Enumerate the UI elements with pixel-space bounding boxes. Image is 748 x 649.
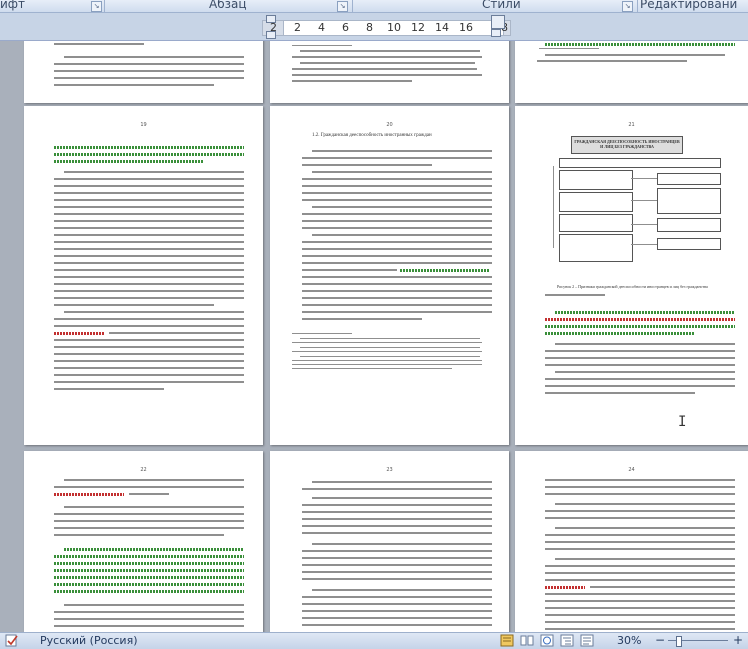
document-pages-view[interactable]: 19 20 1.2. Гражданская дееспособность ин…	[0, 41, 748, 632]
page[interactable]: 21 ГРАЖДАНСКАЯ ДЕЕСПОСОБНОСТЬ ИНОСТРАНЦЕ…	[515, 106, 748, 445]
diagram-box	[559, 158, 721, 168]
status-bar: Русский (Россия) 30% − +	[0, 632, 748, 649]
page[interactable]	[515, 41, 748, 103]
page[interactable]: 22	[24, 451, 263, 632]
column-marker[interactable]	[491, 15, 505, 29]
ribbon-separator	[104, 0, 105, 12]
diagram-box	[559, 192, 633, 212]
page-number: 24	[628, 467, 635, 473]
ribbon-group-styles[interactable]: Стили	[482, 0, 521, 11]
web-layout-view-icon[interactable]	[540, 634, 554, 647]
page-number: 19	[140, 122, 147, 128]
diagram-box	[559, 234, 633, 262]
horizontal-ruler[interactable]: 2 2 4 6 8 10 12 14 16 18	[0, 13, 748, 41]
first-line-indent-marker[interactable]	[266, 15, 276, 23]
language-indicator[interactable]: Русский (Россия)	[40, 634, 138, 647]
ruler-label: 16	[459, 21, 473, 34]
page[interactable]	[24, 41, 263, 103]
zoom-out-button[interactable]: −	[655, 633, 665, 647]
diagram-title-box: ГРАЖДАНСКАЯ ДЕЕСПОСОБНОСТЬ ИНОСТРАНЦЕВ И…	[571, 136, 683, 154]
ribbon-group-editing[interactable]: Редактировани	[640, 0, 737, 11]
ribbon-group-labels: ифт ↘ Абзац ↘ Стили ↘ Редактировани	[0, 0, 748, 13]
ruler-label: 10	[387, 21, 401, 34]
i-beam-cursor-icon: I	[678, 414, 687, 430]
ruler-label: 6	[342, 21, 349, 34]
ruler-label: 2	[294, 21, 301, 34]
ribbon-group-paragraph[interactable]: Абзац	[209, 0, 247, 11]
full-screen-reading-view-icon[interactable]	[520, 634, 534, 647]
page[interactable]: 20 1.2. Гражданская дееспособность иност…	[270, 106, 509, 445]
zoom-level[interactable]: 30%	[617, 634, 641, 647]
diagram-box	[657, 218, 721, 232]
page[interactable]: 23	[270, 451, 509, 632]
page-number: 23	[386, 467, 393, 473]
ribbon-group-font[interactable]: ифт	[0, 0, 25, 11]
page[interactable]: 19	[24, 106, 263, 445]
spellcheck-icon[interactable]	[5, 634, 19, 647]
diagram-title: ГРАЖДАНСКАЯ ДЕЕСПОСОБНОСТЬ ИНОСТРАНЦЕВ И…	[574, 139, 680, 149]
ruler-label: 12	[411, 21, 425, 34]
ruler-label: 8	[366, 21, 373, 34]
page[interactable]: 24	[515, 451, 748, 632]
ruler-label: 4	[318, 21, 325, 34]
figure-caption: Рисунок 2 – Признаки гражданской дееспос…	[557, 284, 708, 289]
section-heading: 1.2. Гражданская дееспособность иностран…	[312, 133, 432, 138]
right-indent-marker[interactable]	[491, 29, 501, 37]
paragraph-dialog-launcher-icon[interactable]: ↘	[337, 1, 348, 12]
styles-dialog-launcher-icon[interactable]: ↘	[622, 1, 633, 12]
zoom-slider-thumb[interactable]	[676, 636, 682, 647]
page-number: 20	[386, 122, 393, 128]
diagram-box	[657, 238, 721, 250]
diagram-box	[657, 188, 721, 214]
zoom-in-button[interactable]: +	[733, 633, 743, 647]
page-number: 22	[140, 467, 147, 473]
font-dialog-launcher-icon[interactable]: ↘	[91, 1, 102, 12]
ribbon-separator	[352, 0, 353, 12]
page-number: 21	[628, 122, 635, 128]
left-indent-marker[interactable]	[266, 31, 276, 39]
page[interactable]	[270, 41, 509, 103]
diagram-box	[657, 173, 721, 185]
ribbon-separator	[637, 0, 638, 12]
print-layout-view-icon[interactable]	[500, 634, 514, 647]
outline-view-icon[interactable]	[560, 634, 574, 647]
diagram-box	[559, 170, 633, 190]
draft-view-icon[interactable]	[580, 634, 594, 647]
ruler-label: 14	[435, 21, 449, 34]
diagram-box	[559, 214, 633, 232]
